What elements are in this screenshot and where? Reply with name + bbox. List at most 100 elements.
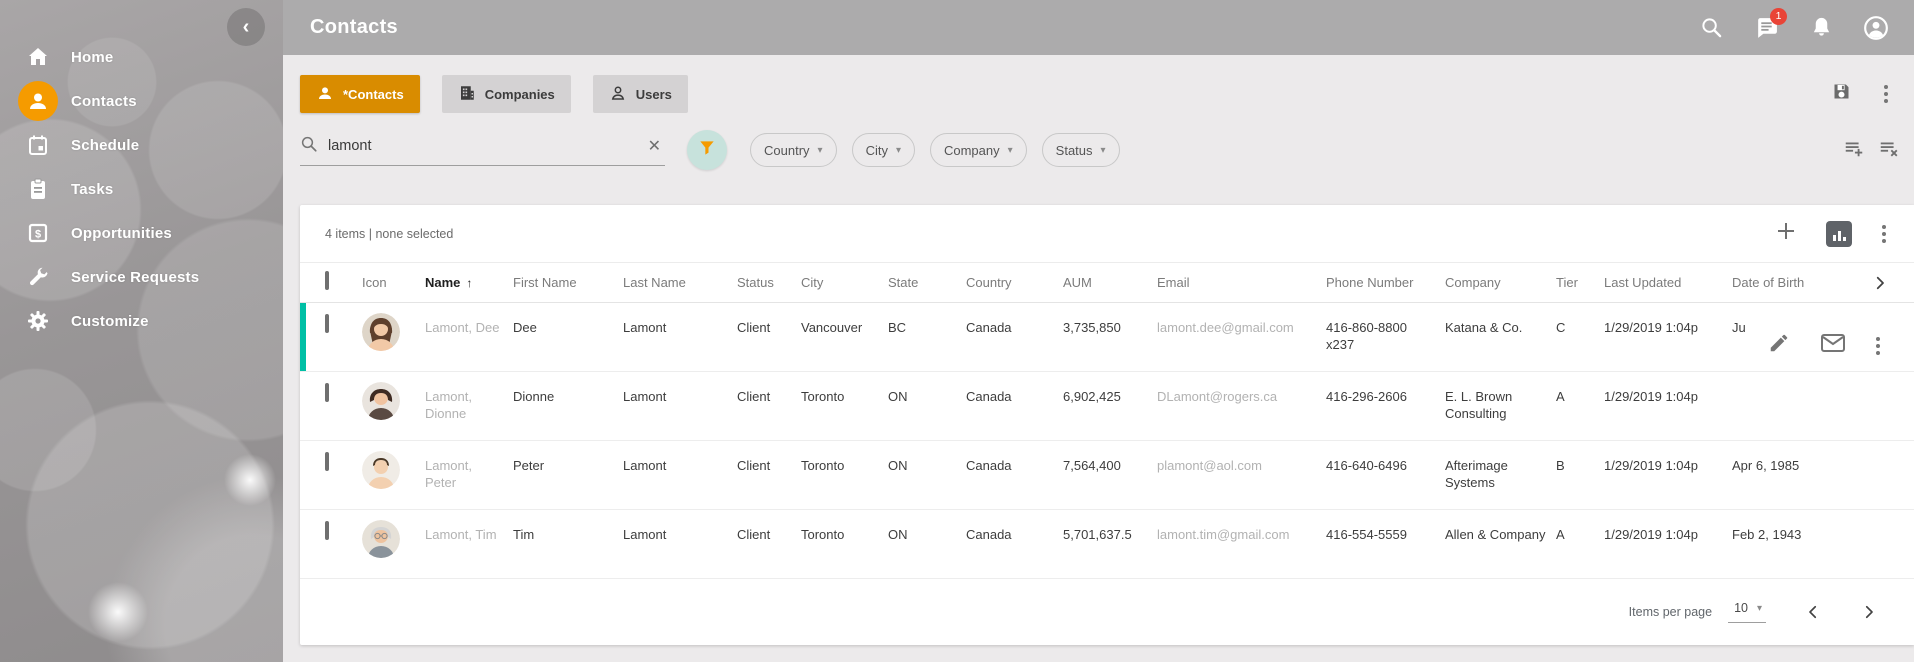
bell-icon[interactable] (1808, 15, 1834, 41)
cell-name: Lamont, Dee (425, 303, 513, 371)
avatar (362, 520, 400, 558)
cell-aum: 3,735,850 (1063, 303, 1157, 371)
row-hover-actions (1754, 303, 1890, 371)
search-icon[interactable] (1698, 15, 1724, 41)
chevron-down-icon: ▾ (1757, 603, 1762, 614)
sidebar-item-label: Schedule (71, 137, 139, 154)
column-header-tier[interactable]: Tier (1556, 263, 1604, 302)
cell-phone: 416-554-5559 (1326, 510, 1445, 578)
column-header-city[interactable]: City (801, 263, 888, 302)
cell-country: Canada (966, 303, 1063, 371)
playlist-add-icon[interactable] (1843, 137, 1865, 164)
cell-tier: C (1556, 303, 1604, 371)
column-header-phone[interactable]: Phone Number (1326, 263, 1445, 302)
sidebar-item-label: Customize (71, 313, 149, 330)
tab-contacts[interactable]: *Contacts (300, 75, 420, 113)
filter-chip-status[interactable]: Status ▾ (1042, 133, 1120, 167)
column-header-first-name[interactable]: First Name (513, 263, 623, 302)
column-header-email[interactable]: Email (1157, 263, 1326, 302)
table-row[interactable]: Lamont, Peter Peter Lamont Client Toront… (300, 441, 1914, 510)
cell-email: plamont@aol.com (1157, 441, 1326, 509)
cell-status: Client (737, 372, 801, 440)
cell-name: Lamont, Peter (425, 441, 513, 509)
cell-state: ON (888, 441, 966, 509)
add-contact-button[interactable] (1774, 219, 1798, 248)
sidebar-item-opportunities[interactable]: $ Opportunities (0, 211, 283, 255)
avatar (362, 451, 400, 489)
save-icon (1831, 89, 1852, 106)
messages-icon[interactable]: 1 (1753, 15, 1779, 41)
cell-email: lamont.dee@gmail.com (1157, 303, 1326, 371)
column-header-icon[interactable]: Icon (362, 263, 425, 302)
row-checkbox[interactable] (325, 314, 329, 333)
tab-label: Users (636, 87, 672, 102)
sidebar-item-contacts[interactable]: Contacts (0, 79, 283, 123)
funnel-icon (697, 138, 717, 163)
cell-tier: A (1556, 510, 1604, 578)
table-row[interactable]: Lamont, Dee Dee Lamont Client Vancouver … (300, 303, 1914, 372)
filter-chip-company[interactable]: Company ▾ (930, 133, 1027, 167)
sidebar-item-service-requests[interactable]: Service Requests (0, 255, 283, 299)
cell-last-name: Lamont (623, 510, 737, 578)
clear-search-icon[interactable]: ✕ (644, 136, 665, 156)
edit-icon[interactable] (1768, 332, 1790, 359)
sidebar-item-schedule[interactable]: Schedule (0, 123, 283, 167)
column-header-company[interactable]: Company (1445, 263, 1556, 302)
column-header-last-updated[interactable]: Last Updated (1604, 263, 1732, 302)
column-header-country[interactable]: Country (966, 263, 1063, 302)
tab-users[interactable]: Users (593, 75, 688, 113)
select-all-checkbox-cell (300, 263, 362, 302)
playlist-remove-icon[interactable] (1878, 137, 1900, 164)
filter-bar: ✕ Country ▾ City ▾ Company ▾ Status ▾ (283, 129, 1914, 171)
sidebar-item-tasks[interactable]: Tasks (0, 167, 283, 211)
account-icon[interactable] (1863, 15, 1889, 41)
page-size-select[interactable]: 10 ▾ (1728, 601, 1766, 623)
cell-city: Toronto (801, 441, 888, 509)
email-icon[interactable] (1820, 332, 1846, 359)
select-all-checkbox[interactable] (325, 271, 329, 290)
cell-state: BC (888, 303, 966, 371)
selection-summary: 4 items | none selected (325, 227, 453, 241)
avatar (362, 313, 400, 351)
sidebar-item-customize[interactable]: Customize (0, 299, 283, 343)
person-outline-icon (609, 84, 627, 105)
active-row-indicator (300, 303, 306, 371)
column-header-aum[interactable]: AUM (1063, 263, 1157, 302)
column-header-last-name[interactable]: Last Name (623, 263, 737, 302)
save-view-button[interactable] (1831, 81, 1852, 107)
toolbar-kebab-menu[interactable] (1882, 83, 1890, 105)
filter-funnel-button[interactable] (687, 130, 727, 170)
tab-companies[interactable]: Companies (442, 75, 571, 113)
chevron-down-icon: ▾ (818, 145, 823, 156)
cell-dob: Apr 6, 1985 (1732, 441, 1914, 509)
filter-chip-country[interactable]: Country ▾ (750, 133, 837, 167)
cell-tier: A (1556, 372, 1604, 440)
table-row[interactable]: Lamont, Tim Tim Lamont Client Toronto ON… (300, 510, 1914, 579)
table-row[interactable]: Lamont, Dionne Dionne Lamont Client Toro… (300, 372, 1914, 441)
contacts-grid-card: 4 items | none selected Icon Name↑ First… (300, 205, 1914, 645)
cell-status: Client (737, 510, 801, 578)
column-header-status[interactable]: Status (737, 263, 801, 302)
grid-kebab-menu[interactable] (1880, 223, 1888, 245)
cell-country: Canada (966, 510, 1063, 578)
next-page-button[interactable] (1860, 603, 1878, 621)
row-checkbox[interactable] (325, 383, 329, 402)
cell-name: Lamont, Tim (425, 510, 513, 578)
search-input[interactable] (328, 138, 644, 154)
cell-email: lamont.tim@gmail.com (1157, 510, 1326, 578)
column-header-name[interactable]: Name↑ (425, 263, 513, 302)
previous-page-button[interactable] (1804, 603, 1822, 621)
scroll-columns-right-icon[interactable] (1871, 274, 1889, 295)
sidebar-item-label: Service Requests (71, 269, 199, 286)
row-checkbox[interactable] (325, 452, 329, 471)
building-icon (458, 84, 476, 105)
chip-label: Status (1056, 143, 1093, 158)
filter-chip-city[interactable]: City ▾ (852, 133, 915, 167)
column-header-state[interactable]: State (888, 263, 966, 302)
chart-view-button[interactable] (1826, 221, 1852, 247)
sidebar-collapse-button[interactable]: ‹ (227, 8, 265, 46)
row-kebab-menu[interactable] (1876, 337, 1880, 355)
row-checkbox[interactable] (325, 521, 329, 540)
tab-label: *Contacts (343, 87, 404, 102)
main-content: *Contacts Companies Users (283, 55, 1914, 662)
